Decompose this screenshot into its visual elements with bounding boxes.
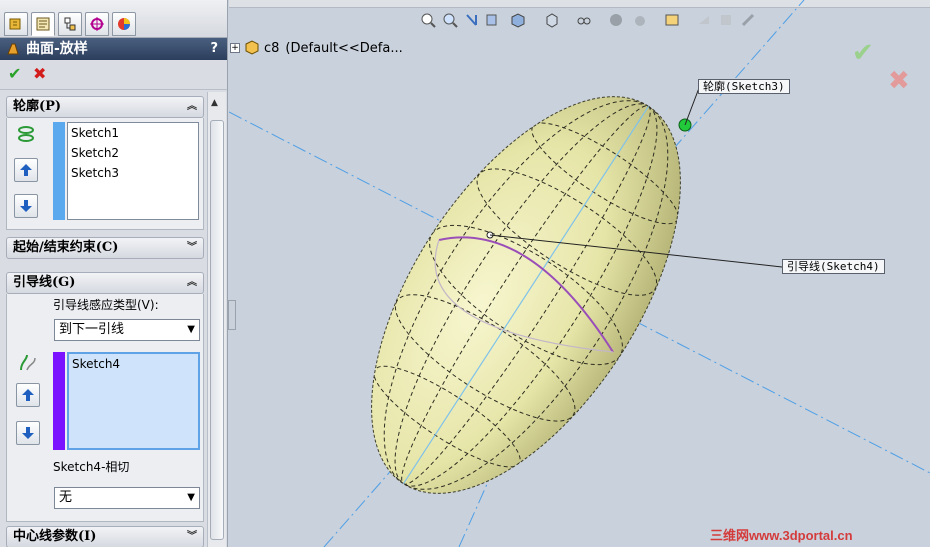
edit-appearance-icon[interactable] <box>608 12 624 28</box>
section-view-icon[interactable] <box>484 12 500 28</box>
realview-icon[interactable] <box>696 12 712 28</box>
move-down-button[interactable] <box>16 421 40 445</box>
profile-group-title: 轮廓(P) <box>13 99 62 114</box>
tab-dimxpert-manager[interactable] <box>85 12 109 36</box>
zoom-to-area-icon[interactable] <box>442 12 458 28</box>
guides-group-body: 引导线感应类型(V): 到下一引线 ▼ Sketch4 Sketch4-相切 无… <box>6 294 204 522</box>
profile-group-body: Sketch1 Sketch2 Sketch3 <box>6 118 204 230</box>
tab-feature-manager[interactable] <box>4 12 28 36</box>
move-up-button[interactable] <box>14 158 38 182</box>
profile-selection-icon <box>18 126 34 142</box>
previous-view-icon[interactable] <box>464 12 480 28</box>
guide-color-bar <box>53 352 65 450</box>
tab-display-manager[interactable] <box>112 12 136 36</box>
collapse-chevron-icon[interactable]: ︽ <box>187 97 197 117</box>
arrow-down-icon <box>20 200 32 212</box>
dropdown-arrow-icon: ▼ <box>187 492 195 503</box>
tree-node-name[interactable]: c8 <box>264 41 279 56</box>
view-settings-icon[interactable] <box>664 12 680 28</box>
move-down-button[interactable] <box>14 194 38 218</box>
profile-list[interactable]: Sketch1 Sketch2 Sketch3 <box>67 122 199 220</box>
dimxpert-icon <box>90 17 104 31</box>
list-item[interactable]: Sketch4 <box>69 354 198 374</box>
confirm-corner-cancel[interactable]: ✖ <box>888 66 910 96</box>
loft-surface <box>371 96 681 494</box>
constraints-group-title: 起始/结束约束(C) <box>13 240 119 255</box>
zoom-to-fit-icon[interactable] <box>420 12 436 28</box>
tree-node-config[interactable]: (Default<<Defa... <box>285 41 402 56</box>
arrow-up-icon <box>22 389 34 401</box>
influence-type-label: 引导线感应类型(V): <box>53 298 159 312</box>
centerline-group-title: 中心线参数(I) <box>13 529 97 544</box>
list-item[interactable]: Sketch3 <box>68 163 198 183</box>
display-style-icon[interactable] <box>544 12 560 28</box>
arrow-down-icon <box>22 427 34 439</box>
expand-chevron-icon[interactable]: ︾ <box>187 238 197 258</box>
tangency-type-select[interactable]: 无 ▼ <box>54 487 200 509</box>
ambient-occlusion-icon[interactable] <box>740 12 756 28</box>
centerline-group-header[interactable]: 中心线参数(I) ︾ <box>6 526 204 547</box>
ok-button[interactable]: ✔ <box>8 66 21 82</box>
guides-group-header[interactable]: 引导线(G) ︽ <box>6 272 204 294</box>
flyout-feature-tree: + c8 (Default<<Defa... <box>230 38 403 58</box>
property-icon <box>36 17 50 31</box>
help-button[interactable]: ? <box>210 38 218 60</box>
shadows-icon[interactable] <box>718 12 734 28</box>
feature-title-bar: 曲面-放样 ? <box>0 38 227 60</box>
action-bar: ✔ ✖ <box>0 60 227 90</box>
tangency-type-value: 无 <box>59 490 73 505</box>
cancel-button[interactable]: ✖ <box>33 66 46 82</box>
display-manager-icon <box>118 18 130 30</box>
property-manager-scrollbar[interactable]: ▲ <box>207 92 226 547</box>
influence-type-value: 到下一引线 <box>59 322 125 337</box>
constraints-group-header[interactable]: 起始/结束约束(C) ︾ <box>6 237 204 259</box>
influence-type-select[interactable]: 到下一引线 ▼ <box>54 319 200 341</box>
guide-curve-selection-icon <box>20 354 36 371</box>
guide-callout[interactable]: 引导线(Sketch4) <box>782 259 885 274</box>
feature-title: 曲面-放样 <box>26 41 88 57</box>
leader-line <box>684 87 700 126</box>
collapse-chevron-icon[interactable]: ︽ <box>187 273 197 293</box>
heads-up-view-toolbar <box>416 8 776 34</box>
profile-group-header[interactable]: 轮廓(P) ︽ <box>6 96 204 118</box>
tab-property-manager[interactable] <box>31 12 55 36</box>
hide-show-items-icon[interactable] <box>576 12 592 28</box>
property-manager: 曲面-放样 ? ✔ ✖ 轮廓(P) ︽ Sketch1 Sketch2 Sket… <box>0 0 228 547</box>
feature-tree-icon <box>9 18 21 30</box>
configuration-icon <box>64 17 76 31</box>
guide-curve-list[interactable]: Sketch4 <box>67 352 200 450</box>
view-orientation-icon[interactable] <box>510 12 526 28</box>
tab-configuration-manager[interactable] <box>58 12 82 36</box>
apply-scene-icon[interactable] <box>632 12 648 28</box>
dropdown-arrow-icon: ▼ <box>187 324 195 335</box>
expand-node-icon[interactable]: + <box>230 43 240 53</box>
tangency-label: Sketch4-相切 <box>53 460 130 474</box>
profile-color-bar <box>53 122 65 220</box>
list-item[interactable]: Sketch1 <box>68 123 198 143</box>
watermark: 三维网www.3dportal.cn <box>710 528 853 543</box>
guides-group-title: 引导线(G) <box>13 275 76 290</box>
move-up-button[interactable] <box>16 383 40 407</box>
part-icon <box>245 40 259 55</box>
scroll-up-icon[interactable]: ▲ <box>211 98 218 108</box>
loft-surface-icon <box>7 43 19 55</box>
list-item[interactable]: Sketch2 <box>68 143 198 163</box>
confirm-corner-ok[interactable]: ✔ <box>852 38 874 68</box>
expand-chevron-icon[interactable]: ︾ <box>187 527 197 547</box>
scrollbar-thumb[interactable] <box>210 120 224 540</box>
arrow-up-icon <box>20 164 32 176</box>
manager-tabs <box>0 0 227 38</box>
profile-callout[interactable]: 轮廓(Sketch3) <box>698 79 790 94</box>
